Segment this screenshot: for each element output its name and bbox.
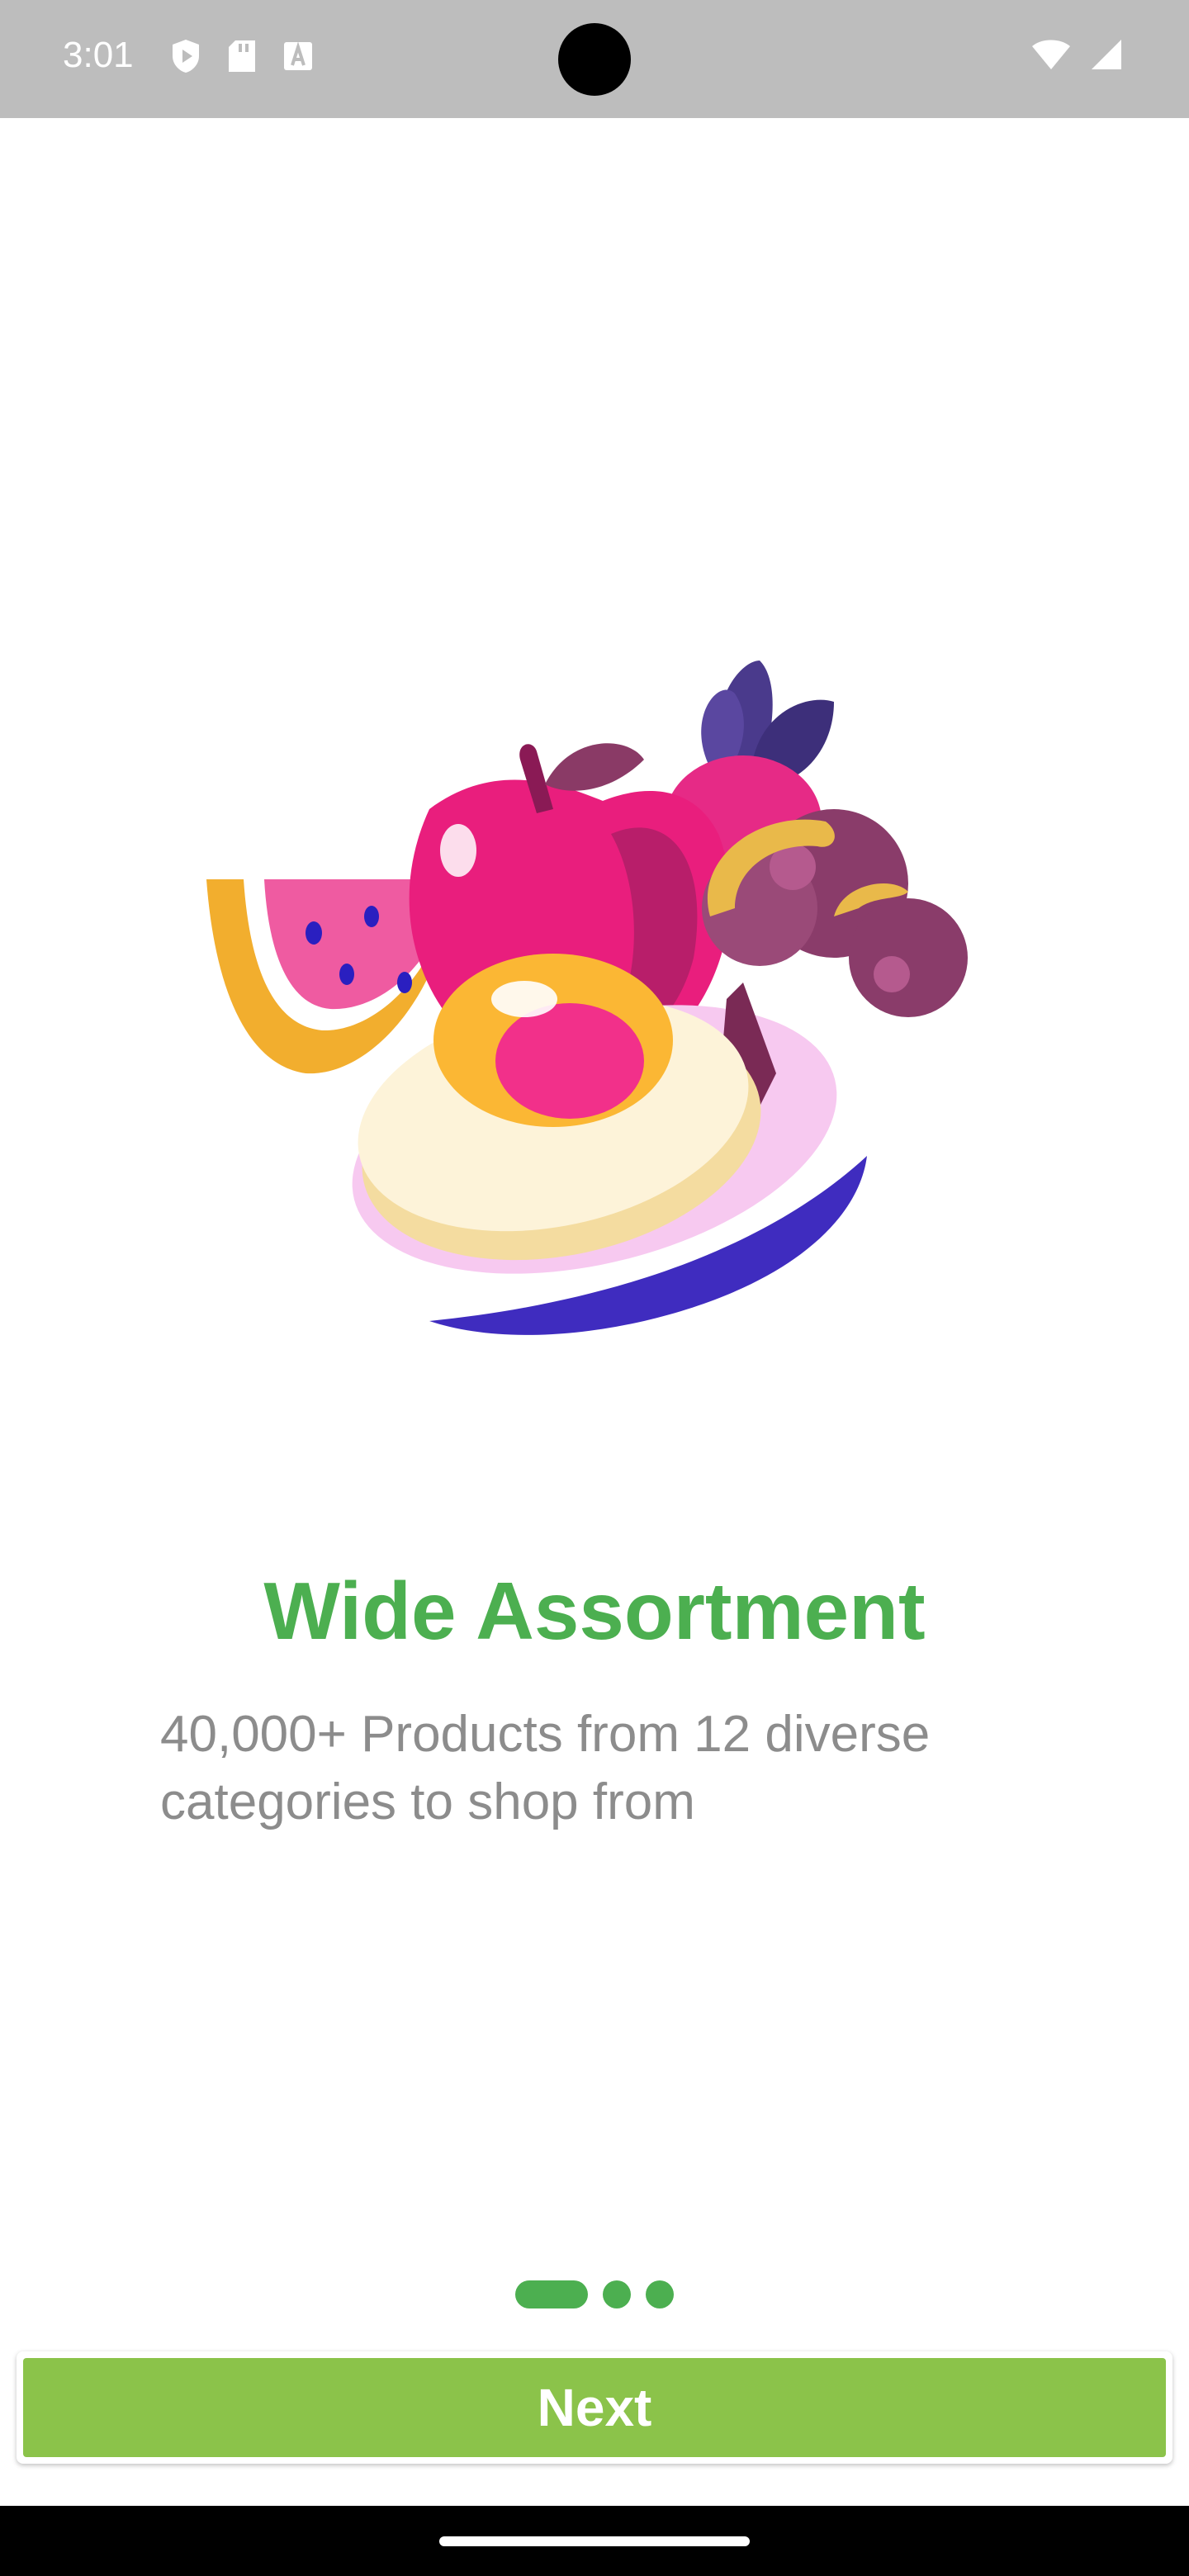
keyboard-a-icon <box>282 40 315 73</box>
status-icons-right <box>1030 38 1123 75</box>
onboarding-title: Wide Assortment <box>263 1565 926 1656</box>
groceries-illustration <box>206 661 968 1335</box>
onboarding-subtitle: 40,000+ Products from 12 diverse categor… <box>160 1706 931 1830</box>
navigation-bar <box>0 2506 1189 2576</box>
status-bar: 3:01 <box>0 0 1189 118</box>
page-dot <box>646 2280 674 2308</box>
home-indicator[interactable] <box>439 2536 750 2546</box>
next-button-container: Next <box>17 2351 1172 2464</box>
page-dot <box>603 2280 631 2308</box>
shield-play-icon <box>169 40 202 73</box>
next-button[interactable]: Next <box>23 2358 1166 2457</box>
wifi-icon <box>1030 38 1072 75</box>
camera-cutout <box>558 23 631 96</box>
page-indicator <box>0 2280 1189 2308</box>
cell-signal-icon <box>1090 38 1123 75</box>
sd-card-icon <box>225 40 258 73</box>
status-icons-left <box>169 40 315 73</box>
status-time: 3:01 <box>63 35 134 75</box>
page-dot-active <box>515 2280 588 2308</box>
